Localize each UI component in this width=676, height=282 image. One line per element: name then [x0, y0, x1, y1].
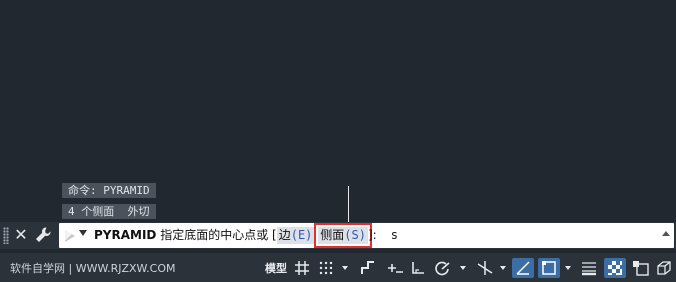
command-history-line: 4 个侧面 外切 — [62, 204, 156, 219]
infer-constraints-icon[interactable] — [358, 258, 378, 278]
chevron-down-icon[interactable] — [340, 258, 350, 278]
polar-tracking-icon[interactable] — [432, 258, 454, 278]
status-bar: 软件自学网 | WWW.RJZXW.COM 模型 — [0, 253, 676, 282]
snap-icon[interactable] — [316, 258, 336, 278]
command-line-text: PYRAMID 指定底面的中心点或 [边(E) 侧面(S)]: s — [94, 223, 398, 248]
option-sides[interactable]: 侧面(S) — [314, 223, 372, 248]
chevron-down-icon[interactable] — [563, 258, 573, 278]
command-prompt-close: ]: — [367, 228, 377, 242]
watermark: 软件自学网 | WWW.RJZXW.COM — [10, 262, 176, 275]
dynamic-input-icon[interactable] — [384, 258, 406, 278]
model-space-button[interactable]: 模型 — [262, 258, 290, 278]
command-input-value[interactable]: s — [391, 228, 398, 242]
isodraft-icon[interactable] — [474, 258, 496, 278]
transparency-icon[interactable] — [604, 258, 626, 278]
command-history-line: 命令: PYRAMID — [62, 183, 156, 198]
wrench-icon[interactable] — [33, 225, 53, 245]
chevron-down-icon[interactable] — [498, 258, 508, 278]
drag-handle[interactable] — [3, 227, 9, 244]
chevron-down-icon[interactable] — [79, 230, 87, 236]
lineweight-icon[interactable] — [578, 258, 600, 278]
selection-cycling-icon[interactable] — [630, 258, 652, 278]
command-line-bar: ✕ PYRAMID 指定底面的中心点或 [边(E) 侧面(S)]: s — [0, 222, 676, 249]
3d-osnap-icon[interactable] — [654, 258, 674, 278]
close-icon[interactable]: ✕ — [12, 225, 30, 245]
command-input-field[interactable]: PYRAMID 指定底面的中心点或 [边(E) 侧面(S)]: s — [59, 223, 674, 248]
object-snap-icon[interactable] — [538, 258, 560, 278]
option-edge[interactable]: 边(E) — [276, 227, 315, 244]
object-snap-tracking-icon[interactable] — [512, 258, 534, 278]
command-name: PYRAMID — [94, 228, 157, 242]
ortho-icon[interactable] — [408, 258, 428, 278]
chevron-down-icon[interactable] — [458, 258, 468, 278]
history-scroll-up-icon[interactable] — [662, 231, 670, 236]
command-prompt: 指定底面的中心点或 [ — [160, 228, 277, 242]
drawing-canvas[interactable]: 命令: PYRAMID 4 个侧面 外切 — [0, 0, 676, 223]
grid-icon[interactable] — [292, 258, 312, 278]
crosshair-cursor — [348, 186, 349, 223]
